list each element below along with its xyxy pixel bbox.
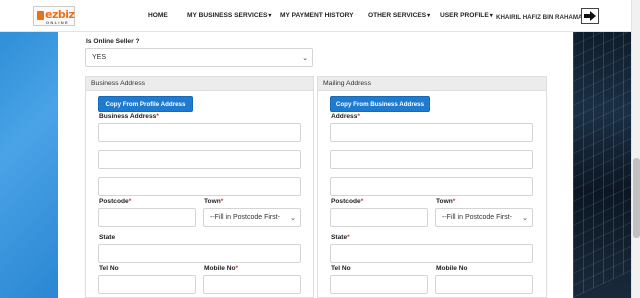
mailing-address-label: Address* — [331, 113, 360, 120]
mailing-state-input[interactable] — [330, 244, 533, 263]
mailing-address-line1-input[interactable] — [330, 123, 533, 142]
mailing-mobile-input[interactable] — [435, 275, 533, 294]
top-navbar: ezbiz ONLINE HOME MY BUSINESS SERVICES▾ … — [0, 0, 631, 32]
mailing-state-label: State* — [331, 234, 350, 241]
mailing-tel-label: Tel No — [331, 265, 351, 272]
business-state-input[interactable] — [98, 244, 301, 263]
scrollbar-thumb[interactable] — [633, 158, 640, 238]
ezbiz-logo[interactable]: ezbiz ONLINE — [33, 6, 75, 26]
mailing-mobile-label: Mobile No — [436, 265, 468, 272]
user-name: KHAIRIL HAFIZ BIN RAHAMAT — [496, 14, 586, 21]
mailing-postcode-input[interactable] — [330, 208, 428, 227]
page-scrollbar[interactable] — [631, 0, 640, 298]
business-postcode-input[interactable] — [98, 208, 196, 227]
background-right-building — [573, 32, 631, 298]
background-left — [0, 32, 58, 298]
logout-arrow-icon — [584, 11, 596, 21]
mailing-postcode-label: Postcode* — [331, 198, 364, 205]
mailing-tel-input[interactable] — [330, 275, 428, 294]
mailing-address-line2-input[interactable] — [330, 150, 533, 169]
business-mobile-label: Mobile No* — [204, 265, 239, 272]
mailing-address-line3-input[interactable] — [330, 177, 533, 196]
logo-subtext: ONLINE — [46, 20, 69, 25]
chevron-down-icon: ▾ — [427, 13, 431, 19]
business-town-select[interactable]: --Fill in Postcode First- ⌄ — [203, 208, 301, 227]
chevron-down-icon: ⌄ — [302, 55, 308, 62]
copy-from-profile-address-button[interactable]: Copy From Profile Address — [98, 96, 193, 112]
copy-from-business-address-button[interactable]: Copy From Business Address — [330, 96, 430, 112]
business-address-title: Business Address — [86, 77, 313, 91]
online-seller-select[interactable]: YES ⌄ — [85, 48, 313, 67]
nav-my-business-services[interactable]: MY BUSINESS SERVICES▾ — [187, 12, 271, 19]
nav-home[interactable]: HOME — [148, 12, 168, 19]
online-seller-label: Is Online Seller ? — [86, 38, 140, 45]
business-tel-input[interactable] — [98, 275, 196, 294]
business-mobile-input[interactable] — [203, 275, 301, 294]
main-content: Is Online Seller ? YES ⌄ Business Addres… — [58, 32, 573, 298]
chevron-down-icon: ▾ — [268, 13, 272, 19]
business-town-label: Town* — [204, 198, 224, 205]
logo-mark-icon — [37, 11, 44, 20]
business-address-line2-input[interactable] — [98, 150, 301, 169]
business-address-label: Business Address* — [99, 113, 159, 120]
business-postcode-label: Postcode* — [99, 198, 132, 205]
nav-user-profile[interactable]: USER PROFILE▾ — [440, 12, 493, 19]
business-state-label: State — [99, 234, 116, 241]
chevron-down-icon: ⌄ — [290, 215, 296, 222]
mailing-town-label: Town* — [436, 198, 456, 205]
nav-my-payment-history[interactable]: MY PAYMENT HISTORY — [280, 12, 354, 19]
chevron-down-icon: ▾ — [489, 13, 493, 19]
business-address-panel: Business Address Copy From Profile Addre… — [85, 76, 314, 298]
mailing-town-select[interactable]: --Fill in Postcode First- ⌄ — [435, 208, 533, 227]
mailing-address-title: Mailing Address — [318, 77, 546, 91]
mailing-address-panel: Mailing Address Copy From Business Addre… — [317, 76, 547, 298]
nav-other-services[interactable]: OTHER SERVICES▾ — [368, 12, 430, 19]
business-address-line3-input[interactable] — [98, 177, 301, 196]
business-tel-label: Tel No — [99, 265, 119, 272]
business-address-line1-input[interactable] — [98, 123, 301, 142]
chevron-down-icon: ⌄ — [522, 215, 528, 222]
logout-button[interactable] — [581, 8, 599, 24]
